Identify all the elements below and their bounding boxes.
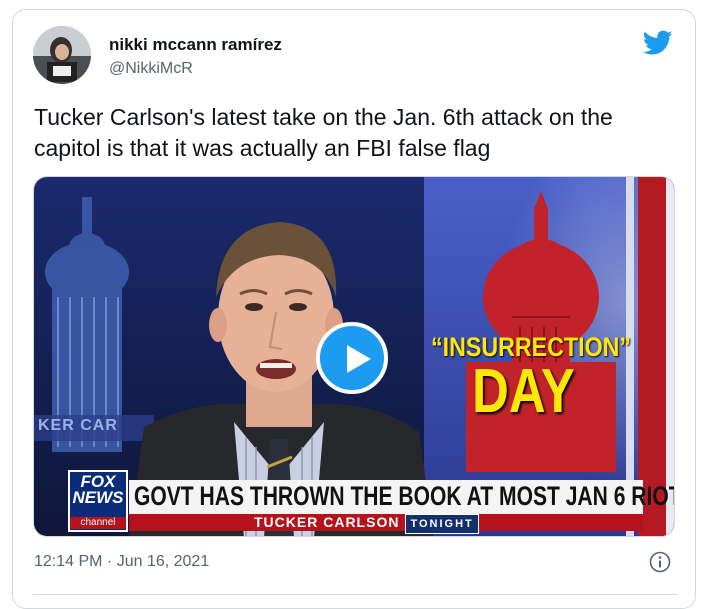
tweet-card[interactable]: nikki mccann ramírez @NikkiMcR Tucker Ca… xyxy=(12,9,696,609)
fox-news-logo: FOX NEWS channel xyxy=(68,470,128,532)
show-name-text: TUCKER CARLSON xyxy=(254,514,400,530)
fox-news-logo-top: FOX NEWS xyxy=(72,472,124,507)
footer-divider xyxy=(33,594,677,595)
fox-news-logo-bottom: channel xyxy=(70,517,126,529)
author-handle[interactable]: @NikkiMcR xyxy=(109,60,193,78)
chyron-headline: GOVT HAS THROWN THE BOOK AT MOST JAN 6 R… xyxy=(134,481,675,511)
twitter-bird-icon[interactable] xyxy=(642,30,673,56)
show-name-label: TUCKER CARLSON TONIGHT xyxy=(254,513,479,534)
tweet-text: Tucker Carlson's latest take on the Jan.… xyxy=(34,104,613,161)
avatar[interactable] xyxy=(33,26,91,84)
video-player[interactable]: “INSURRECTION” DAY KER CAR GOVT HAS THRO… xyxy=(33,176,675,537)
info-icon[interactable] xyxy=(649,551,671,573)
background-wall-text: KER CAR xyxy=(38,417,118,434)
show-suffix-badge: TONIGHT xyxy=(405,514,479,534)
avatar-image xyxy=(33,26,91,84)
tweet-timestamp[interactable]: 12:14 PM · Jun 16, 2021 xyxy=(34,553,209,571)
author-display-name[interactable]: nikki mccann ramírez xyxy=(109,35,282,55)
graphic-day-line: DAY xyxy=(472,357,575,426)
play-button[interactable] xyxy=(316,322,388,394)
